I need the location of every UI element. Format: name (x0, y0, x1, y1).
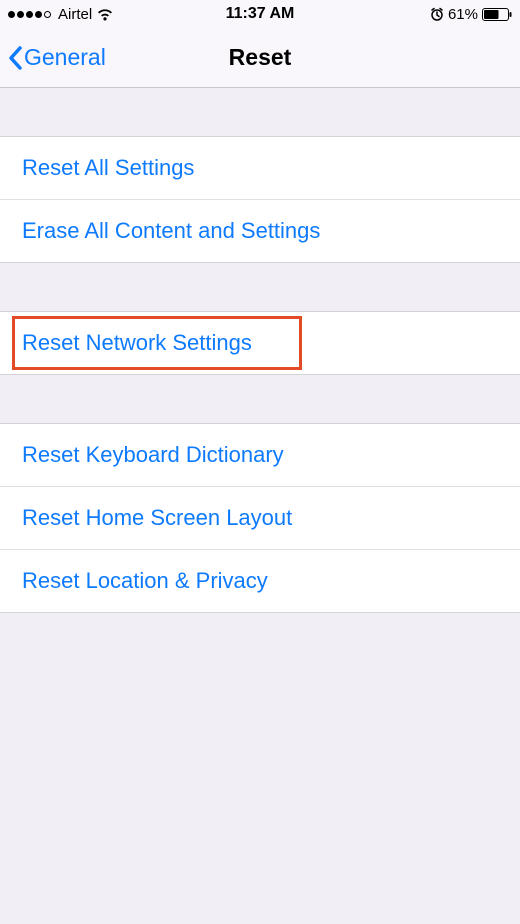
settings-group-2: Reset Network Settings (0, 311, 520, 375)
reset-keyboard-dictionary-row[interactable]: Reset Keyboard Dictionary (0, 424, 520, 487)
battery-icon (482, 8, 512, 21)
settings-group-3: Reset Keyboard Dictionary Reset Home Scr… (0, 423, 520, 613)
row-label: Reset Location & Privacy (22, 568, 268, 593)
back-label: General (24, 44, 106, 71)
alarm-icon (430, 7, 444, 21)
status-time: 11:37 AM (226, 5, 295, 23)
reset-home-screen-layout-row[interactable]: Reset Home Screen Layout (0, 487, 520, 550)
row-label: Reset All Settings (22, 155, 194, 180)
battery-percentage: 61% (448, 6, 478, 23)
back-button[interactable]: General (0, 44, 106, 72)
content-area: Reset All Settings Erase All Content and… (0, 88, 520, 613)
row-label: Reset Keyboard Dictionary (22, 442, 284, 467)
nav-bar: General Reset (0, 28, 520, 88)
row-label: Reset Network Settings (22, 330, 252, 355)
signal-strength-icon (8, 11, 51, 18)
row-label: Erase All Content and Settings (22, 218, 320, 243)
status-bar: Airtel 11:37 AM 61% (0, 0, 520, 28)
status-left: Airtel (8, 6, 114, 23)
row-label: Reset Home Screen Layout (22, 505, 292, 530)
wifi-icon (96, 8, 114, 21)
page-title: Reset (229, 44, 292, 71)
carrier-label: Airtel (58, 6, 92, 23)
reset-location-privacy-row[interactable]: Reset Location & Privacy (0, 550, 520, 612)
status-right: 61% (430, 6, 512, 23)
reset-network-settings-row[interactable]: Reset Network Settings (0, 312, 520, 374)
settings-group-1: Reset All Settings Erase All Content and… (0, 136, 520, 263)
reset-all-settings-row[interactable]: Reset All Settings (0, 137, 520, 200)
erase-all-content-row[interactable]: Erase All Content and Settings (0, 200, 520, 262)
chevron-left-icon (6, 44, 26, 72)
